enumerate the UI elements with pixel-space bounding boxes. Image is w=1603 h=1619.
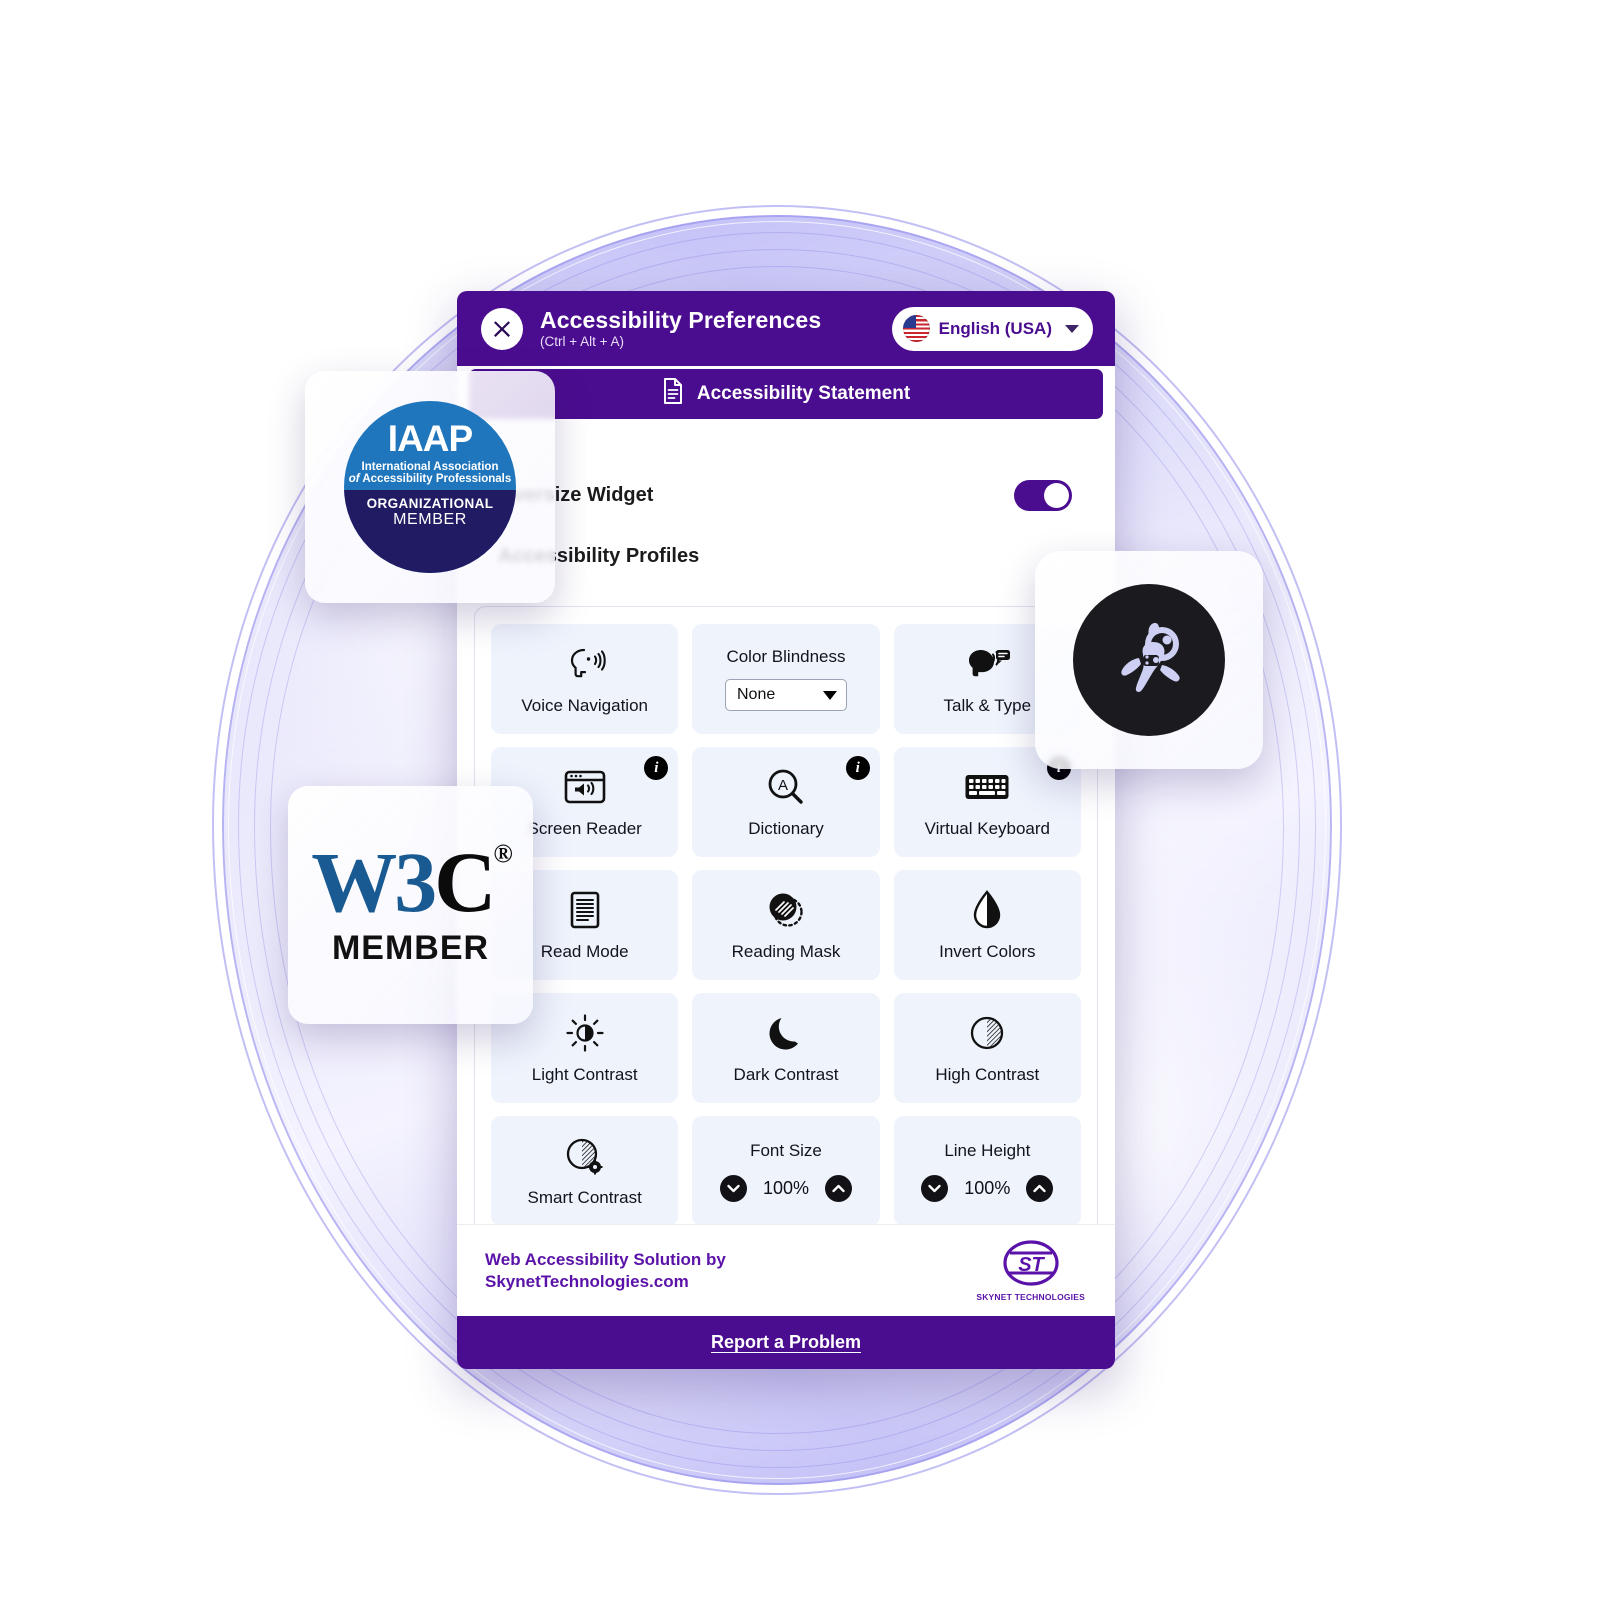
iaap-line1: International Association (361, 461, 499, 473)
iaap-line2: of Accessibility Professionals (349, 473, 512, 485)
registered-trademark-icon: ® (493, 838, 513, 868)
page-title: Accessibility Preferences (540, 306, 822, 333)
iaap-logo: IAAP International Association of Access… (344, 401, 516, 573)
feature-label: Dark Contrast (733, 1065, 839, 1085)
feature-tile-dictionary[interactable]: i A Dictionary (692, 747, 880, 857)
smart-contrast-icon (565, 1134, 605, 1178)
feature-label: Invert Colors (939, 942, 1036, 962)
close-icon[interactable] (481, 307, 523, 350)
talk-and-type-icon (963, 642, 1011, 686)
feature-label: Dictionary (748, 819, 824, 839)
dark-contrast-icon (769, 1011, 803, 1055)
feature-label: Virtual Keyboard (924, 819, 1050, 839)
widget-header: Accessibility Preferences (Ctrl + Alt + … (457, 291, 1115, 366)
report-a-problem-button[interactable]: Report a Problem (457, 1316, 1115, 1369)
chevron-down-icon (1065, 324, 1079, 333)
feature-label: Light Contrast (531, 1065, 638, 1085)
widget-footer: Web Accessibility Solution by SkynetTech… (457, 1224, 1115, 1316)
feature-label: Line Height (944, 1140, 1031, 1160)
dictionary-icon: A (767, 765, 805, 809)
voice-navigation-icon (562, 642, 608, 686)
light-contrast-icon (566, 1011, 604, 1055)
feature-label: Screen Reader (527, 819, 642, 839)
chevron-down-icon (822, 690, 837, 700)
footer-credit: Web Accessibility Solution by SkynetTech… (485, 1249, 726, 1293)
svg-text:ST: ST (1018, 1254, 1045, 1276)
font-size-stepper: 100% (719, 1174, 852, 1202)
w3c-w3-text: W3 (311, 833, 437, 930)
oversize-widget-toggle[interactable] (1014, 480, 1072, 511)
features-grid: Voice Navigation Color Blindness None Ta… (491, 624, 1081, 1224)
virtual-keyboard-icon (964, 765, 1010, 809)
astronaut-badge (1035, 551, 1263, 769)
iaap-member-badge: IAAP International Association of Access… (305, 371, 555, 603)
svg-text:A: A (778, 777, 788, 794)
header-title-wrap: Accessibility Preferences (Ctrl + Alt + … (540, 308, 892, 349)
iaap-wordmark: IAAP (387, 418, 473, 459)
feature-tile-invert-colors[interactable]: Invert Colors (893, 870, 1081, 980)
accessibility-statement-button[interactable]: Accessibility Statement (469, 369, 1103, 419)
info-icon[interactable]: i (644, 756, 669, 780)
feature-tile-line-height[interactable]: Line Height 100% (893, 1116, 1081, 1224)
feature-label: Smart Contrast (527, 1188, 642, 1208)
feature-label: Read Mode (540, 942, 629, 962)
feature-tile-high-contrast[interactable]: High Contrast (893, 993, 1081, 1103)
invert-colors-icon (971, 888, 1003, 932)
line-height-increase-button[interactable] (1026, 1174, 1054, 1202)
footer-credit-line2: SkynetTechnologies.com (485, 1271, 689, 1291)
oversize-widget-row: Oversize Widget (457, 467, 1115, 524)
w3c-c-text: C (434, 833, 496, 930)
info-icon[interactable]: i (845, 756, 870, 780)
line-height-value: 100% (964, 1177, 1011, 1198)
iaap-member-text: MEMBER (393, 511, 467, 528)
high-contrast-icon (968, 1011, 1006, 1055)
document-icon (662, 378, 684, 410)
feature-tile-font-size[interactable]: Font Size 100% (692, 1116, 880, 1224)
language-selector[interactable]: English (USA) (891, 306, 1093, 351)
feature-tile-smart-contrast[interactable]: Smart Contrast (491, 1116, 679, 1224)
line-height-decrease-button[interactable] (921, 1174, 949, 1202)
skynet-technologies-logo: ST SKYNET TECHNOLOGIES (976, 1239, 1085, 1302)
read-mode-icon (570, 888, 600, 932)
feature-tile-reading-mask[interactable]: Reading Mask (692, 870, 880, 980)
accessibility-statement-label: Accessibility Statement (696, 383, 911, 404)
feature-label: Voice Navigation (521, 696, 648, 716)
font-size-increase-button[interactable] (824, 1174, 852, 1202)
footer-credit-line1: Web Accessibility Solution by (485, 1249, 726, 1269)
feature-label: Talk & Type (943, 696, 1032, 716)
iaap-line2-of: of (348, 473, 360, 485)
feature-tile-voice-navigation[interactable]: Voice Navigation (491, 624, 679, 734)
w3c-member-badge: W3C® MEMBER (288, 786, 533, 1024)
feature-tile-color-blindness[interactable]: Color Blindness None (692, 624, 880, 734)
feature-label: Reading Mask (731, 942, 841, 962)
color-blindness-select[interactable]: None (724, 679, 847, 711)
iaap-organizational-text: ORGANIZATIONAL (366, 496, 494, 511)
skynet-logo-name: SKYNET TECHNOLOGIES (976, 1291, 1085, 1302)
widget-body: Oversize Widget Accessibility Profiles V… (457, 419, 1115, 1224)
screen-reader-icon (564, 765, 606, 809)
color-blindness-value: None (736, 686, 776, 703)
w3c-wordmark: W3C® (311, 838, 513, 925)
astronaut-icon (1073, 584, 1225, 736)
font-size-decrease-button[interactable] (719, 1174, 747, 1202)
feature-label: Color Blindness (726, 647, 846, 666)
iaap-line2-rest: Accessibility Professionals (362, 473, 512, 485)
usa-flag-icon (902, 315, 930, 342)
features-card: Voice Navigation Color Blindness None Ta… (474, 606, 1098, 1224)
feature-label: Font Size (750, 1140, 822, 1160)
w3c-logo: W3C® MEMBER (311, 838, 513, 969)
screenshot-stage: Accessibility Preferences (Ctrl + Alt + … (0, 0, 1603, 1619)
feature-tile-dark-contrast[interactable]: Dark Contrast (692, 993, 880, 1103)
feature-label: High Contrast (935, 1065, 1040, 1085)
line-height-stepper: 100% (921, 1174, 1054, 1202)
keyboard-shortcut-hint: (Ctrl + Alt + A) (540, 333, 625, 349)
reading-mask-icon (766, 888, 806, 932)
language-label: English (USA) (938, 318, 1052, 338)
font-size-value: 100% (762, 1177, 809, 1198)
report-a-problem-label: Report a Problem (710, 1332, 862, 1352)
accessibility-widget-panel: Accessibility Preferences (Ctrl + Alt + … (457, 291, 1115, 1369)
toggle-knob (1044, 483, 1069, 508)
accessibility-profiles-row[interactable]: Accessibility Profiles (457, 528, 1115, 585)
w3c-member-text: MEMBER (331, 929, 490, 968)
